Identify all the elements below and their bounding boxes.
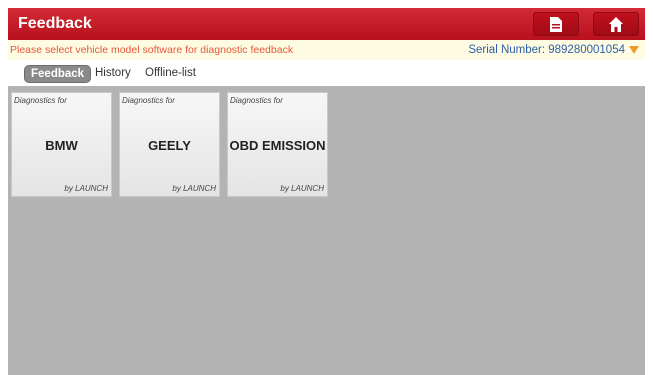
tab-history[interactable]: History [95,65,131,81]
tile-vehicle-name: OBD EMISSION [229,138,326,153]
vehicle-tile-obd-emission[interactable]: Diagnostics for OBD EMISSION by LAUNCH [227,92,328,197]
instruction-text: Please select vehicle model software for… [10,44,294,56]
tab-bar: Feedback History Offline-list [8,60,645,86]
tab-offline-list[interactable]: Offline-list [145,65,196,81]
vehicle-tile-bmw[interactable]: Diagnostics for BMW by LAUNCH [11,92,112,197]
tile-prefix: Diagnostics for [230,96,283,105]
serial-value: 989280001054 [548,44,625,56]
dropdown-triangle-icon [629,45,639,54]
tile-vendor: by LAUNCH [64,184,108,193]
home-icon [609,17,623,32]
info-bar: Please select vehicle model software for… [8,40,645,60]
tile-vendor: by LAUNCH [172,184,216,193]
app-window: Feedback Please select vehicle model sof… [8,8,645,375]
serial-label: Serial Number: [468,44,546,56]
report-button[interactable] [533,12,579,36]
vehicle-tile-geely[interactable]: Diagnostics for GEELY by LAUNCH [119,92,220,197]
tile-vendor: by LAUNCH [280,184,324,193]
home-button[interactable] [593,12,639,36]
tile-prefix: Diagnostics for [14,96,67,105]
tile-vehicle-name: GEELY [148,138,191,153]
serial-number-selector[interactable]: Serial Number: 989280001054 [468,40,639,60]
tile-vehicle-name: BMW [45,138,78,153]
tab-feedback[interactable]: Feedback [24,65,92,83]
tile-prefix: Diagnostics for [122,96,175,105]
title-bar: Feedback [8,8,645,40]
page-title: Feedback [18,15,92,32]
document-icon [550,17,562,32]
